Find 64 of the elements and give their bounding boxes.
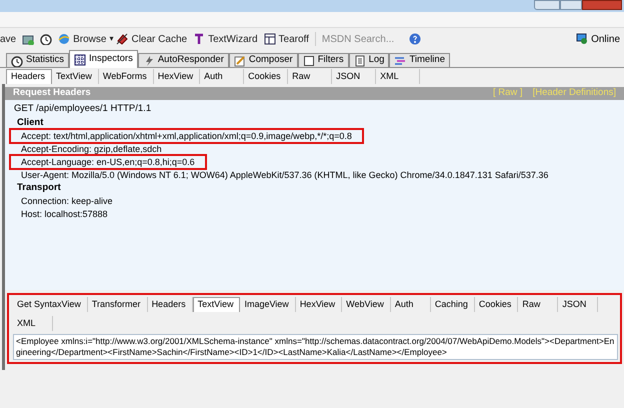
request-line: GET /api/employees/1 HTTP/1.1 xyxy=(13,102,152,116)
tab[interactable]: TextView xyxy=(52,69,99,84)
header-line: Accept-Encoding: gzip,deflate,sdch xyxy=(20,142,163,154)
header-line: Accept: text/html,application/xhtml+xml,application/xml;q=0.9,image/webp,*/*;q=0.8 xyxy=(11,130,362,142)
help-icon xyxy=(408,33,421,45)
pencil-icon xyxy=(234,54,246,66)
tab[interactable]: ImageView xyxy=(240,297,296,312)
toolbar-button[interactable]: Tearoff xyxy=(264,32,309,46)
tab[interactable]: Cookies xyxy=(244,69,288,84)
window-icon xyxy=(264,33,276,45)
toolbar-button[interactable]: Browse xyxy=(58,32,106,46)
tab[interactable]: XML xyxy=(13,316,53,331)
eraser-icon xyxy=(116,33,128,45)
tab[interactable]: JSON xyxy=(332,69,376,84)
tab[interactable]: Auth xyxy=(390,297,431,312)
tab[interactable]: Auth xyxy=(200,69,244,84)
dropdown-caret[interactable]: ▾ xyxy=(109,33,114,45)
online-button[interactable]: Online xyxy=(576,32,620,46)
document-icon xyxy=(354,54,366,66)
tab[interactable]: TextView xyxy=(192,297,240,312)
tab[interactable]: Transformer xyxy=(88,297,148,312)
toolbar-button[interactable]: Clear Cache xyxy=(116,32,188,46)
window-controls-drawing[interactable] xyxy=(534,0,622,10)
tab[interactable]: HexView xyxy=(296,297,342,312)
tab[interactable]: Inspectors xyxy=(69,50,138,68)
grid-icon xyxy=(74,54,86,66)
response-body: <Employee xmlns:i="http://www.w3.org/2001/XMLSchema-instance" xmlns="http://schemas.datacontract.org/2004/07/WebApiDemo.Models"><Department>Engineering</Department><FirstName>Sachin</FirstName><ID>1</ID><LastName>Kalia</LastName></Employee> xyxy=(13,334,618,360)
tab[interactable]: WebView xyxy=(342,297,391,312)
tab[interactable]: JSON xyxy=(558,297,598,312)
tab[interactable]: Caching xyxy=(430,297,475,312)
toolbar-icon-button[interactable] xyxy=(40,33,52,45)
tab[interactable]: Log xyxy=(348,53,390,68)
tab[interactable]: Statistics xyxy=(6,53,70,68)
camera-icon xyxy=(22,33,34,45)
tab[interactable]: Raw xyxy=(288,69,332,84)
toolbar-button[interactable]: TextWizard xyxy=(193,32,258,46)
timeline-icon xyxy=(394,54,406,66)
tab[interactable]: AutoResponder xyxy=(138,53,229,68)
letter-t-icon xyxy=(193,33,206,45)
tab[interactable]: Headers xyxy=(6,69,52,84)
tab[interactable]: Raw xyxy=(518,297,558,312)
header-line: Host: localhost:57888 xyxy=(20,208,109,220)
group-heading: Client xyxy=(16,116,44,129)
tab[interactable]: Cookies xyxy=(474,297,518,312)
stopwatch-icon xyxy=(11,54,23,66)
header-line: User-Agent: Mozilla/5.0 (Windows NT 6.1; WOW64) AppleWebKit/537.36 (KHTML, like Gecko) Chrome/34.0.1847.131 Safari/537.36 xyxy=(20,168,550,180)
search-field[interactable]: MSDN Search... xyxy=(314,32,403,46)
tab[interactable]: Filters xyxy=(298,53,349,68)
tab[interactable]: Composer xyxy=(228,53,298,68)
square-icon xyxy=(302,54,315,66)
panel-title: Request Headers xyxy=(13,86,91,100)
tab[interactable]: HexView xyxy=(154,69,200,84)
group-heading: Transport xyxy=(16,181,62,194)
tab[interactable]: Get SyntaxView xyxy=(13,297,88,312)
header-line: Connection: keep-alive xyxy=(20,194,114,206)
tab[interactable]: XML xyxy=(376,69,420,84)
tab[interactable]: WebForms xyxy=(98,69,154,84)
tab[interactable]: Timeline xyxy=(389,53,450,68)
header-line: Accept-Language: en-US,en;q=0.8,hi;q=0.6 xyxy=(11,156,205,168)
stopwatch-icon xyxy=(40,33,52,45)
toolbar-icon-button[interactable] xyxy=(22,33,34,45)
globe-icon xyxy=(58,33,70,45)
network-icon xyxy=(576,33,588,45)
toolbar-button[interactable]: ave xyxy=(0,32,16,46)
